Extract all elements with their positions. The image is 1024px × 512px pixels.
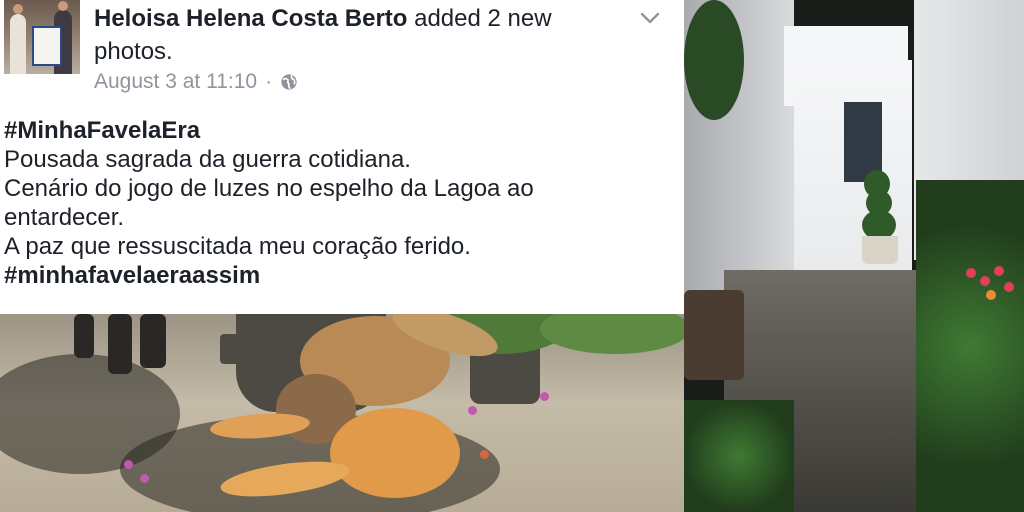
post-text-line: Cenário do jogo de luzes no espelho da L… (4, 175, 534, 202)
post-text-line: Pousada sagrada da guerra cotidiana. (4, 146, 411, 173)
author-name[interactable]: Heloisa Helena Costa Berto (94, 5, 407, 32)
post-photo-cats[interactable] (0, 314, 684, 512)
facebook-post: Heloisa Helena Costa Berto added 2 new p… (0, 0, 684, 314)
meta-separator: · (265, 70, 273, 93)
chevron-down-icon[interactable] (638, 6, 662, 30)
post-header: Heloisa Helena Costa Berto added 2 new p… (94, 2, 614, 68)
hashtag-link[interactable]: #MinhaFavelaEra (4, 116, 674, 145)
post-text-line: entardecer. (4, 204, 125, 231)
post-text: #MinhaFavelaEra Pousada sagrada da guerr… (4, 116, 674, 290)
post-photo-corridor[interactable] (684, 0, 1024, 512)
post-text-line: A paz que ressuscitada meu coração ferid… (4, 233, 471, 260)
globe-icon[interactable] (280, 73, 298, 91)
avatar[interactable] (4, 0, 80, 74)
cat (330, 408, 460, 498)
certificate (32, 26, 62, 66)
post-timestamp[interactable]: August 3 at 11:10 (94, 70, 257, 94)
post-meta: August 3 at 11:10 · (94, 70, 298, 94)
hashtag-link[interactable]: #minhafavelaeraassim (4, 261, 674, 290)
